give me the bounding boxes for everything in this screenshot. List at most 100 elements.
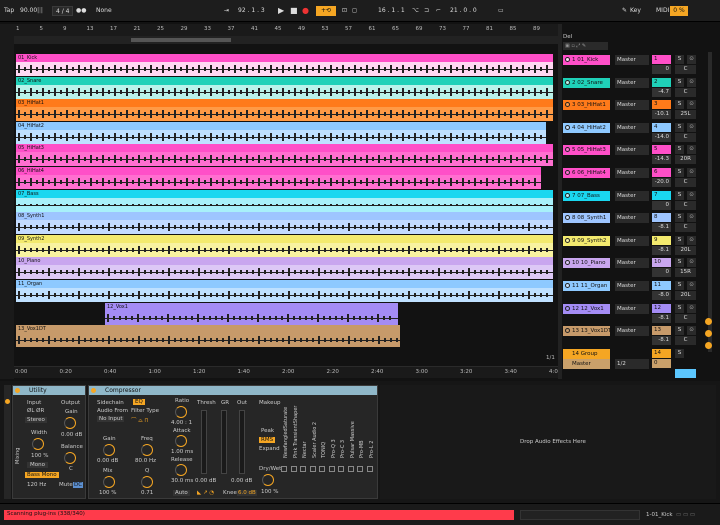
solo-button[interactable]: S [675,326,684,336]
track-activator-icon[interactable] [565,124,570,130]
arm-button[interactable]: ⊙ [687,168,696,177]
arm-button[interactable]: ⊙ [687,55,696,64]
arm-button[interactable]: ⊙ [687,326,696,336]
bass-mono-button[interactable]: Bass Mono [25,472,59,478]
clip-overview[interactable] [520,510,640,520]
plugin-toggle-icon[interactable] [309,466,316,472]
track-volume[interactable]: -8.1 [652,245,671,255]
master-track-name[interactable]: Master [563,358,610,369]
track-volume[interactable]: 0 [652,65,671,74]
plugin-slot[interactable]: TONIQ [321,442,327,458]
track-volume[interactable]: 0 [652,268,671,278]
track-pan[interactable]: C [675,223,696,233]
track-name[interactable]: 2 02_Snare [563,77,610,88]
plugin-toggle-icon[interactable] [281,466,287,472]
ratio-knob[interactable] [175,406,187,418]
filter-type-buttons[interactable]: ⌒ ⌓ ⊓ [131,416,149,425]
solo-button[interactable]: S [675,213,684,223]
track-number[interactable]: 10 [652,258,671,268]
plugin-slot[interactable]: Pro-MB [359,440,365,458]
track-number[interactable]: 2 [652,77,671,87]
track-name[interactable]: 1 01_Kick [563,55,610,65]
track-volume[interactable]: -14.3 [652,155,671,165]
track-volume[interactable]: -8.1 [652,313,671,323]
mono-button[interactable]: Mono [27,462,48,468]
drywet-knob[interactable] [262,474,274,486]
track-pan[interactable]: 25L [675,110,696,120]
solo-button[interactable]: S [675,77,684,87]
plugin-slot[interactable]: Pro-C 3 [340,440,346,458]
status-icons[interactable]: ▭ ▭ ▭ [676,512,695,518]
arm-button[interactable]: ⊙ [687,77,696,87]
track-number[interactable]: 4 [652,122,671,132]
output-routing-select[interactable]: Master [615,326,649,337]
track-volume[interactable]: -10.1 [652,110,671,120]
arm-button[interactable]: ⊙ [687,213,696,223]
plugin-toggle-icon[interactable] [338,466,344,472]
output-routing-select[interactable]: Master [615,145,649,156]
plugin-toggle-icon[interactable] [328,466,335,472]
group-solo-button[interactable]: S [675,348,684,358]
track-name[interactable]: 7 07_Bass [563,190,610,201]
track-volume[interactable]: -8.1 [652,336,671,346]
track-pan[interactable]: 20R [675,155,696,165]
output-routing-select[interactable]: Master [615,281,649,291]
arm-button[interactable]: ⊙ [687,258,696,268]
track-number[interactable]: 13 [652,326,671,336]
output-routing-select[interactable]: Master [615,77,649,88]
output-routing-select[interactable]: Master [615,235,649,246]
thresh-slider[interactable] [201,410,207,474]
solo-button[interactable]: S [675,258,684,268]
drop-zone[interactable]: Drop Audio Effects Here [380,385,716,499]
track-activator-icon[interactable] [565,305,570,311]
plugin-toggle-icon[interactable] [357,466,363,472]
release-knob[interactable] [175,464,187,476]
track-name[interactable]: 10 10_Piano [563,258,610,269]
track-activator-icon[interactable] [565,57,570,62]
track-name[interactable]: 6 06_HiHat4 [563,168,610,178]
track-number[interactable]: 5 [652,145,671,155]
balance-knob[interactable] [64,452,76,464]
track-pan[interactable]: 20L [675,291,696,300]
track-volume[interactable]: -4.7 [652,87,671,97]
track-activator-icon[interactable] [565,283,570,288]
track-pan[interactable]: 20L [675,245,696,255]
track-number[interactable]: 11 [652,281,671,290]
solo-button[interactable]: S [675,100,684,110]
plugin-slot[interactable]: Pulsar Massive [350,421,356,458]
plugin-toggle-icon[interactable] [347,466,354,472]
track-volume[interactable]: -8.0 [652,291,671,300]
solo-button[interactable]: S [675,145,684,155]
track-pan[interactable]: C [675,336,696,346]
track-number[interactable]: 3 [652,100,671,110]
track-name[interactable]: 9 09_Synth2 [563,235,610,246]
arm-button[interactable]: ⊙ [687,303,696,313]
track-number[interactable]: 12 [652,303,671,313]
track-activator-icon[interactable] [565,170,570,175]
attack-knob[interactable] [175,435,187,447]
track-number[interactable]: 7 [652,190,671,200]
track-pan[interactable]: C [675,200,696,210]
plugin-slot[interactable]: Nectar [302,441,308,458]
track-pan[interactable]: 15R [675,268,696,278]
track-volume[interactable]: -14.0 [652,132,671,142]
channel-mode-select[interactable]: Stereo [25,417,47,423]
track-volume[interactable]: -8.1 [652,223,671,233]
solo-button[interactable]: S [675,281,684,290]
solo-button[interactable]: S [675,190,684,200]
track-pan[interactable]: C [675,65,696,74]
output-routing-select[interactable]: Master [615,213,649,224]
solo-button[interactable]: S [675,168,684,177]
output-routing-select[interactable]: Master [615,303,649,314]
auto-release-button[interactable]: Auto [173,490,190,496]
bass-mono-freq[interactable]: 120 Hz [27,482,46,488]
freq-knob[interactable] [141,444,153,456]
output-routing-select[interactable]: Master [615,122,649,133]
output-routing-select[interactable]: Master [615,55,649,65]
expand-button[interactable]: Expand [259,446,280,452]
track-activator-icon[interactable] [565,192,570,198]
track-name[interactable]: 3 03_HiHat1 [563,100,610,111]
track-name[interactable]: 5 05_HiHat3 [563,145,610,156]
track-name[interactable]: 8 08_Synth1 [563,213,610,224]
arm-button[interactable]: ⊙ [687,235,696,245]
